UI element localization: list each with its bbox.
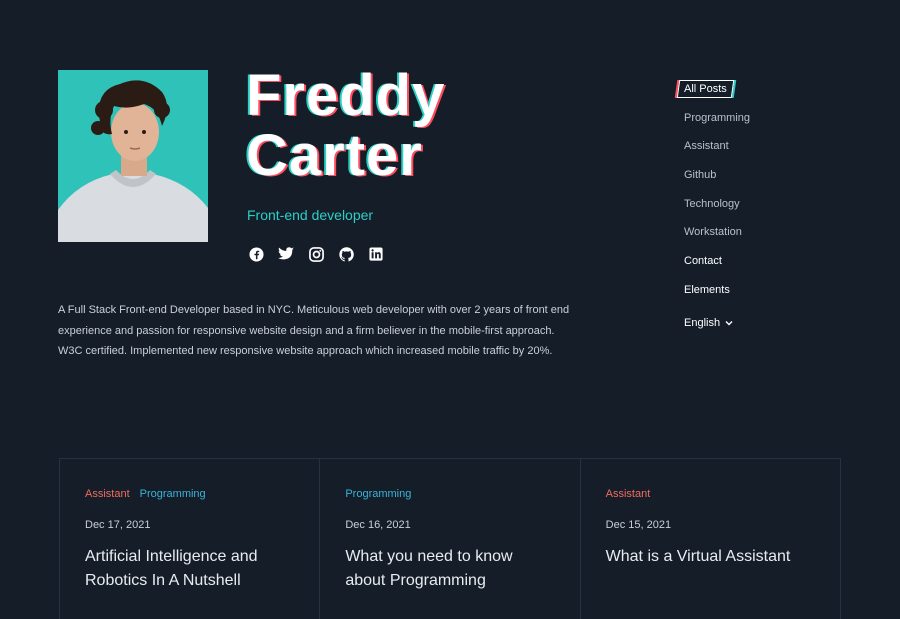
post-card[interactable]: Assistant Dec 15, 2021 What is a Virtual… [581, 459, 840, 619]
chevron-down-icon [725, 320, 733, 326]
tag-programming[interactable]: Programming [345, 488, 411, 504]
post-card[interactable]: Assistant Programming Dec 17, 2021 Artif… [60, 459, 321, 619]
active-pill: All Posts [676, 80, 735, 98]
tag-assistant[interactable]: Assistant [85, 488, 130, 504]
facebook-icon[interactable] [248, 246, 264, 262]
nav-item-all-posts[interactable]: All Posts [676, 79, 878, 108]
tag-assistant[interactable]: Assistant [606, 488, 651, 504]
post-card[interactable]: Programming Dec 16, 2021 What you need t… [320, 459, 581, 619]
language-select[interactable]: English [678, 309, 878, 338]
nav-item-programming[interactable]: Programming [678, 108, 878, 137]
post-tags: Programming [345, 488, 554, 504]
nav-item-assistant[interactable]: Assistant [678, 136, 878, 165]
post-date: Dec 17, 2021 [85, 519, 151, 531]
nav-item-workstation[interactable]: Workstation [678, 222, 878, 251]
post-date: Dec 15, 2021 [605, 519, 672, 531]
post-title[interactable]: What is a Virtual Assistant [606, 545, 815, 569]
post-tags: Assistant Programming [85, 488, 294, 504]
profile-role: Front-end developer [247, 207, 374, 223]
profile-photo [58, 70, 208, 242]
last-name: Carter [246, 123, 423, 188]
instagram-icon[interactable] [308, 246, 324, 262]
first-name: Freddy [246, 63, 446, 128]
post-grid: Assistant Programming Dec 17, 2021 Artif… [59, 458, 841, 619]
nav-item-technology[interactable]: Technology [678, 194, 878, 223]
post-date: Dec 16, 2021 [345, 519, 411, 531]
tag-programming[interactable]: Programming [140, 488, 206, 504]
nav-item-label: All Posts [684, 83, 727, 95]
post-title[interactable]: What you need to know about Programming [345, 545, 554, 593]
language-label: English [684, 316, 721, 329]
profile-name: Freddy Carter [246, 66, 445, 186]
nav-item-contact[interactable]: Contact [678, 251, 878, 280]
category-nav: All Posts Programming Assistant Github T… [676, 79, 878, 338]
post-tags: Assistant [606, 488, 815, 504]
twitter-icon[interactable] [278, 246, 294, 262]
post-title[interactable]: Artificial Intelligence and Robotics In … [85, 545, 294, 593]
github-icon[interactable] [338, 246, 354, 262]
linkedin-icon[interactable] [368, 246, 384, 262]
nav-item-github[interactable]: Github [678, 165, 878, 194]
nav-item-elements[interactable]: Elements [678, 280, 878, 309]
social-links [248, 246, 384, 262]
profile-bio: A Full Stack Front-end Developer based i… [58, 304, 570, 357]
